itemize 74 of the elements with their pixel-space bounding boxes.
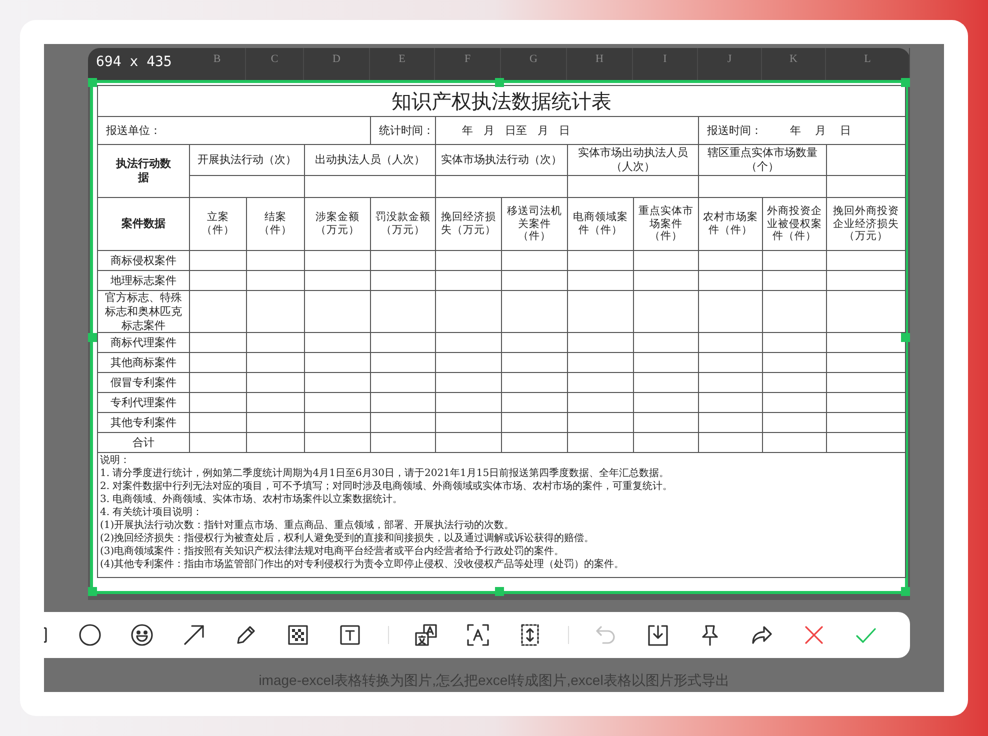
resize-handle[interactable] (88, 333, 97, 342)
column-letter: H (596, 52, 604, 67)
note-line: (3)电商领域案件：指按照有关知识产权法律法规对电商平台经营者或平台内经营者给予行政处罚的案件。 (100, 545, 564, 558)
table-cell: 电商领域案件（件） (573, 211, 628, 236)
note-line: 4. 有关统计项目说明： (100, 506, 203, 520)
column-letter: B (213, 52, 221, 67)
undo-icon (595, 624, 617, 646)
resize-handle[interactable] (495, 78, 504, 87)
column-letter: F (464, 52, 471, 67)
table-cell: 涉案金额（万元） (316, 211, 360, 236)
table-cell: 出动执法人员（人次） (315, 153, 425, 166)
table-cell: 商标代理案件 (110, 336, 176, 349)
table-cell: 立案（件） (202, 211, 234, 236)
table-cell: 开展执法行动（次） (198, 153, 296, 166)
table-cell: 其他商标案件 (110, 356, 176, 369)
column-letter: G (530, 52, 538, 67)
table-cell: 其他专利案件 (110, 416, 176, 429)
resize-handle[interactable] (901, 78, 910, 87)
text-scan-icon (467, 624, 489, 646)
table-cell: 辖区重点实体市场数量（个） (708, 146, 818, 173)
table-cell: 报送时间： 年 月 日 (707, 124, 851, 137)
table-cell: 商标侵权案件 (110, 254, 176, 267)
note-line: 2. 对案件数据中行列无法对应的项目，可不予填写；对同时涉及电商领域、外商领域或实体市场、农村市场的案件，可重复统计。 (100, 480, 673, 494)
note-line: (4)其他专利案件：指由市场监管部门作出的对专利侵权行为责令立即停止侵权、没收侵权产品等处理（处罚）的案件。 (100, 558, 624, 572)
table-cell: 外商投资企业被侵权案件（件） (767, 205, 822, 242)
resize-handle[interactable] (495, 587, 504, 596)
vertical-resize-icon (519, 624, 541, 646)
note-line: 3. 电商领域、外商领域、实体市场、农村市场案件以立案数据统计。 (100, 493, 403, 506)
mosaic-icon (287, 624, 309, 646)
column-letter: D (332, 52, 340, 67)
table-cell: 重点实体市场案件（件） (638, 205, 694, 242)
table-cell: 实体市场执法行动（次） (441, 153, 562, 166)
table-cell: 报送单位： (106, 124, 161, 137)
column-letter: E (398, 52, 406, 67)
table-cell: 官方标志、特殊标志和奥林匹克标志案件 (105, 291, 182, 332)
text-icon (339, 624, 361, 646)
translate-icon (415, 624, 437, 646)
resize-handle[interactable] (88, 78, 97, 87)
column-letter: J (727, 52, 732, 67)
arrow-icon (183, 624, 205, 646)
table-cell: 统计时间： (379, 124, 434, 137)
resize-handle[interactable] (901, 333, 910, 342)
circle-icon (79, 624, 101, 646)
table-cell: 案件数据 (122, 217, 166, 230)
table-cell: 地理标志案件 (110, 274, 176, 287)
table-cell: 专利代理案件 (110, 396, 176, 409)
pencil-icon (235, 624, 257, 646)
table-cell: 罚没款金额（万元） (376, 211, 430, 236)
column-letter: I (663, 52, 667, 67)
note-line: (1)开展执法行动次数：指针对重点市场、重点商品、重点领域，部署、开展执法行动的次数。 (100, 519, 514, 532)
column-letter: C (270, 52, 278, 67)
column-letter: L (864, 52, 871, 67)
notes-heading: 说明： (100, 454, 130, 468)
note-line: 1. 请分季度进行统计，例如第二季度统计周期为4月1日至6月30日，请于2021年1月15日前报送第四季度数据、全年汇总数据。 (100, 467, 670, 480)
table-cell: 挽回外商投资企业经济损失（万元） (833, 205, 900, 242)
resize-handle[interactable] (901, 587, 910, 596)
resize-handle[interactable] (88, 587, 97, 596)
table-title: 知识产权执法数据统计表 (392, 88, 612, 112)
table-cell: 移送司法机关案件（件） (507, 205, 562, 242)
note-line: (2)挽回经济损失：指侵权行为被查处后，权利人避免受到的直接和间接损失，以及通过调解或诉讼获得的赔偿。 (100, 532, 594, 546)
download-icon (647, 624, 669, 646)
column-letter: K (790, 52, 798, 67)
table-cell: 农村市场案件（件） (703, 211, 758, 236)
table-cell: 执法行动数据 (116, 157, 171, 184)
table-cell: 结案（件） (259, 211, 292, 236)
table-cell: 挽回经济损失（万元） (441, 211, 496, 236)
share-icon (751, 624, 773, 646)
table-cell: 合计 (132, 436, 154, 449)
smiley-icon (131, 624, 153, 646)
close-icon (803, 624, 825, 646)
table-cell: 年 月 日至 月 日 (462, 124, 570, 137)
table-cell: 实体市场出动执法人员（人次） (578, 146, 688, 173)
pin-icon (699, 624, 721, 646)
table-cell: 假冒专利案件 (110, 376, 176, 389)
